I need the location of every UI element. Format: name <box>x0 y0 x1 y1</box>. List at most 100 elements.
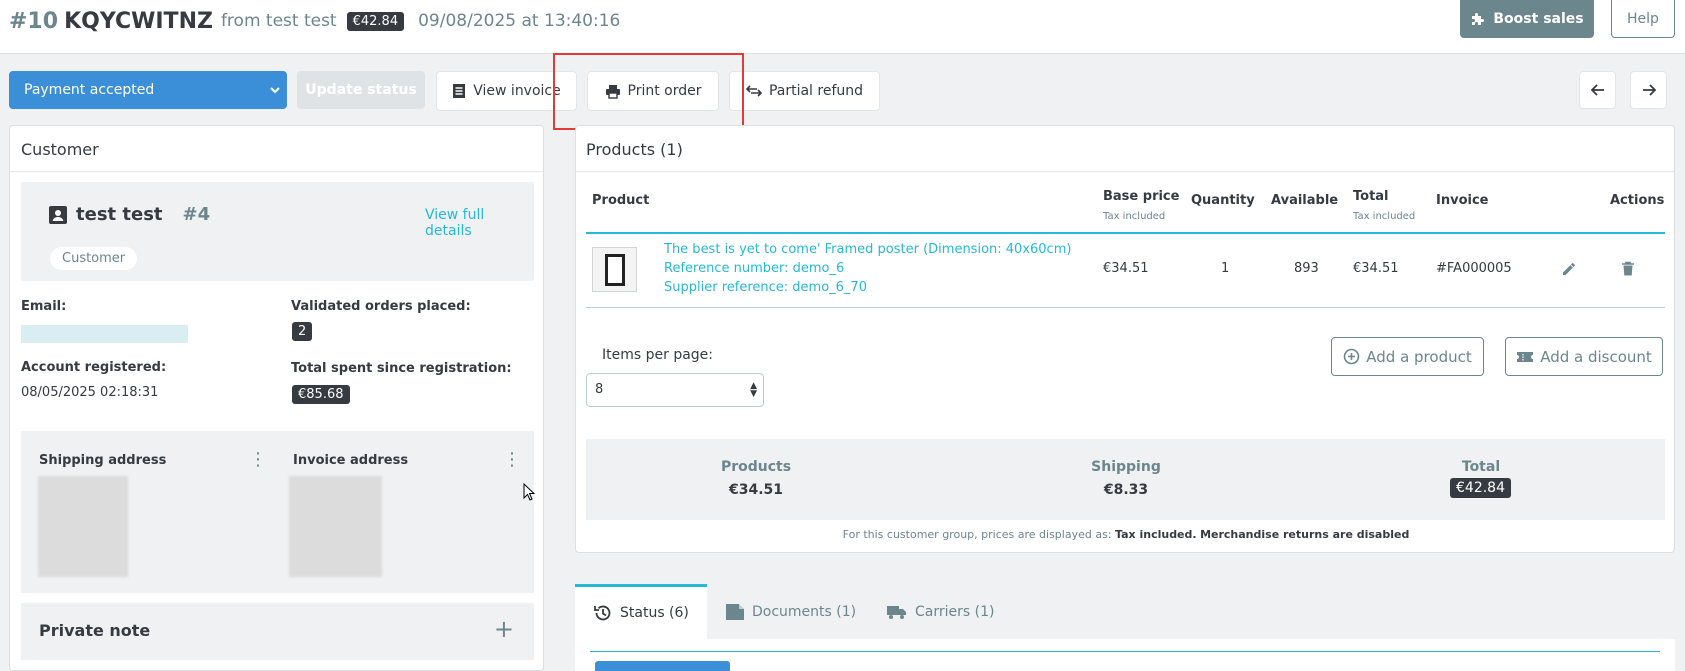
product-name-link[interactable]: The best is yet to come' Framed poster (… <box>664 242 1071 257</box>
shipping-address-menu-icon[interactable]: ⋮ <box>249 451 267 469</box>
shipping-address-label: Shipping address <box>39 453 167 468</box>
invoice-icon <box>452 83 466 99</box>
tab-documents[interactable]: Documents (1) <box>725 584 856 639</box>
add-product-label: Add a product <box>1366 347 1472 366</box>
next-order-button[interactable] <box>1630 71 1667 109</box>
customer-id: #4 <box>182 204 211 225</box>
ticket-icon <box>1516 350 1534 364</box>
customer-group-pill: Customer <box>50 247 138 270</box>
products-card-title: Products (1) <box>586 140 683 159</box>
customer-card: Customer test test #4 View full details … <box>9 125 544 671</box>
col-header-base-price-sub: Tax included <box>1103 211 1166 222</box>
product-total: €34.51 <box>1353 261 1399 276</box>
col-header-quantity: Quantity <box>1191 193 1255 208</box>
tab-status-label: Status (6) <box>620 605 689 621</box>
partial-refund-label: Partial refund <box>768 83 864 99</box>
customer-summary: test test #4 View full details Customer <box>21 182 534 281</box>
order-date: 09/08/2025 at 13:40:16 <box>418 11 621 31</box>
totals-products-label: Products <box>720 459 792 475</box>
order-customer-text: from test test <box>220 11 337 31</box>
invoice-address-label: Invoice address <box>293 453 409 468</box>
tab-carriers[interactable]: Carriers (1) <box>886 584 994 639</box>
partial-refund-button[interactable]: Partial refund <box>729 71 880 111</box>
product-supplier-reference: Supplier reference: demo_6_70 <box>664 280 867 295</box>
view-full-details-link[interactable]: View full details <box>425 207 534 239</box>
product-base-price: €34.51 <box>1103 261 1149 276</box>
arrow-right-icon <box>1642 83 1656 97</box>
puzzle-icon <box>1470 11 1486 27</box>
col-header-available: Available <box>1271 193 1339 208</box>
invoice-address-menu-icon[interactable]: ⋮ <box>503 451 521 469</box>
items-per-page-value: 8 <box>595 382 604 397</box>
boost-sales-label: Boost sales <box>1493 11 1584 27</box>
product-thumbnail[interactable] <box>592 247 637 292</box>
shipping-address-redacted <box>38 476 128 577</box>
product-reference: Reference number: demo_6 <box>664 261 845 276</box>
email-label: Email: <box>21 299 67 314</box>
truck-icon <box>886 604 908 620</box>
product-available: 893 <box>1294 261 1319 276</box>
print-order-button[interactable]: Print order <box>587 71 719 111</box>
trash-icon[interactable] <box>1621 261 1635 277</box>
tab-documents-label: Documents (1) <box>752 603 857 620</box>
add-discount-label: Add a discount <box>1540 347 1652 366</box>
order-totals: Products €34.51 Shipping €8.33 Total €42… <box>586 439 1665 520</box>
history-icon <box>593 603 613 623</box>
mouse-cursor-icon <box>523 483 535 501</box>
validated-orders-badge: 2 <box>292 322 313 341</box>
validated-orders-label: Validated orders placed: <box>291 299 471 314</box>
user-card-icon <box>48 205 68 225</box>
plus-icon[interactable]: + <box>494 615 514 643</box>
tab-panel-status <box>575 639 1675 671</box>
total-spent-label: Total spent since registration: <box>291 361 512 376</box>
totals-shipping-value: €8.33 <box>1103 482 1149 498</box>
help-button[interactable]: Help <box>1611 0 1675 38</box>
col-header-total-sub: Tax included <box>1353 211 1416 222</box>
totals-products-value: €34.51 <box>728 482 784 498</box>
chevron-down-icon <box>269 84 281 96</box>
products-card: Products (1) Product Base price Tax incl… <box>575 125 1675 553</box>
previous-order-button[interactable] <box>1579 71 1616 109</box>
table-row-divider <box>586 307 1665 308</box>
private-note-section: Private note + <box>21 603 534 660</box>
tab-carriers-label: Carriers (1) <box>915 603 995 620</box>
account-registered-value: 08/05/2025 02:18:31 <box>21 385 159 400</box>
add-discount-button[interactable]: Add a discount <box>1505 337 1663 376</box>
update-status-button[interactable]: Update status <box>297 71 425 109</box>
customer-name-row: test test #4 <box>48 204 210 225</box>
status-history-badge <box>595 661 730 671</box>
customer-card-header: Customer <box>10 126 543 172</box>
print-order-label: Print order <box>627 83 702 99</box>
add-product-button[interactable]: Add a product <box>1331 337 1484 376</box>
customer-card-title: Customer <box>21 140 99 159</box>
order-total-badge: €42.84 <box>346 11 405 31</box>
edit-pencil-icon[interactable] <box>1561 261 1577 277</box>
tab-status[interactable]: Status (6) <box>575 584 707 639</box>
table-header-divider <box>586 232 1665 234</box>
col-header-total: Total <box>1353 189 1389 204</box>
boost-sales-button[interactable]: Boost sales <box>1460 0 1594 38</box>
view-invoice-button[interactable]: View invoice <box>436 71 577 111</box>
col-header-invoice: Invoice <box>1436 193 1489 208</box>
order-tabs: Status (6) Documents (1) Carriers (1) <box>575 584 1675 671</box>
product-quantity: 1 <box>1221 261 1230 276</box>
col-header-base-price: Base price <box>1103 189 1180 204</box>
items-per-page-label: Items per page: <box>602 347 714 363</box>
account-registered-label: Account registered: <box>21 360 167 375</box>
order-number: #10 <box>9 8 59 34</box>
view-invoice-label: View invoice <box>473 83 561 99</box>
tax-display-note: For this customer group, prices are disp… <box>842 528 1410 541</box>
col-header-product: Product <box>592 193 650 208</box>
customer-name: test test <box>76 204 163 225</box>
plus-circle-icon <box>1343 348 1360 365</box>
private-note-title: Private note <box>39 621 151 640</box>
totals-shipping-label: Shipping <box>1091 459 1161 475</box>
printer-icon <box>605 84 621 99</box>
email-value-redacted <box>21 325 188 343</box>
items-per-page-select[interactable]: 8 ▲ ▼ <box>586 373 764 407</box>
arrow-left-icon <box>1590 83 1605 97</box>
addresses-section: Shipping address ⋮ Invoice address ⋮ <box>21 431 535 593</box>
col-header-actions: Actions <box>1610 193 1665 208</box>
order-status-select[interactable]: Payment accepted <box>9 71 287 109</box>
totals-total-label: Total <box>1461 459 1501 475</box>
